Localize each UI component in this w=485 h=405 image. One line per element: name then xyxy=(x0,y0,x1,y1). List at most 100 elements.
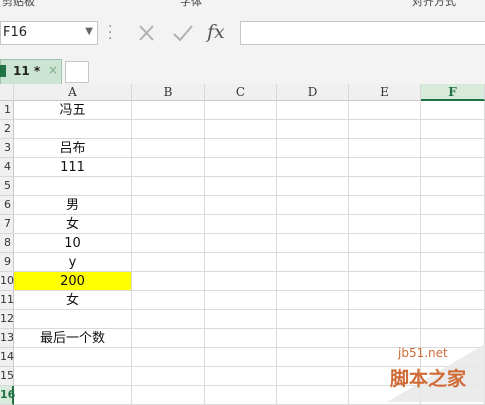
cell[interactable]: 10 xyxy=(14,234,132,253)
row-header[interactable]: 5 xyxy=(0,177,14,196)
row-header[interactable]: 10 xyxy=(0,272,14,291)
cell[interactable] xyxy=(277,329,349,348)
cell[interactable] xyxy=(277,215,349,234)
cell[interactable] xyxy=(349,253,421,272)
cell[interactable] xyxy=(205,139,277,158)
row-header[interactable]: 3 xyxy=(0,139,14,158)
row-header[interactable]: 1 xyxy=(0,101,14,120)
row-header[interactable]: 2 xyxy=(0,120,14,139)
row-header[interactable]: 15 xyxy=(0,367,14,386)
cell[interactable] xyxy=(205,215,277,234)
cell[interactable] xyxy=(349,101,421,120)
cell[interactable] xyxy=(132,139,205,158)
cell[interactable] xyxy=(277,120,349,139)
cell[interactable]: 女 xyxy=(14,291,132,310)
cell[interactable] xyxy=(349,158,421,177)
cell[interactable] xyxy=(205,329,277,348)
cell[interactable] xyxy=(205,158,277,177)
cell[interactable] xyxy=(132,177,205,196)
close-icon[interactable]: × xyxy=(48,63,58,77)
cell[interactable] xyxy=(132,101,205,120)
cell[interactable] xyxy=(205,272,277,291)
cell[interactable] xyxy=(14,177,132,196)
cell[interactable] xyxy=(421,120,485,139)
cell[interactable] xyxy=(132,329,205,348)
cell[interactable] xyxy=(205,310,277,329)
cell[interactable] xyxy=(132,310,205,329)
cell[interactable] xyxy=(277,177,349,196)
cell[interactable] xyxy=(132,215,205,234)
enter-icon[interactable] xyxy=(170,21,196,45)
cell[interactable] xyxy=(277,139,349,158)
cell[interactable] xyxy=(421,139,485,158)
cell[interactable] xyxy=(277,272,349,291)
cell[interactable] xyxy=(349,196,421,215)
row-header[interactable]: 11 xyxy=(0,291,14,310)
cell[interactable] xyxy=(421,367,485,386)
new-tab-button[interactable] xyxy=(65,61,89,83)
cell[interactable] xyxy=(349,215,421,234)
insert-function-button[interactable]: fx xyxy=(207,21,233,45)
cell[interactable] xyxy=(205,234,277,253)
cell[interactable] xyxy=(421,158,485,177)
sheet-tab-active[interactable]: 11 * × xyxy=(0,59,62,84)
cell[interactable] xyxy=(132,367,205,386)
cell[interactable] xyxy=(205,120,277,139)
row-header[interactable]: 4 xyxy=(0,158,14,177)
cell[interactable] xyxy=(277,386,349,405)
column-header-e[interactable]: E xyxy=(349,84,421,101)
cell[interactable] xyxy=(277,234,349,253)
cell[interactable] xyxy=(277,367,349,386)
formula-bar-grip-icon[interactable]: · · · xyxy=(108,20,112,46)
cell[interactable] xyxy=(349,367,421,386)
cell[interactable] xyxy=(421,215,485,234)
cell[interactable] xyxy=(132,253,205,272)
column-header-f[interactable]: F xyxy=(421,84,485,101)
cell[interactable] xyxy=(277,101,349,120)
cell[interactable] xyxy=(205,196,277,215)
row-header[interactable]: 16 xyxy=(0,386,15,405)
row-header[interactable]: 6 xyxy=(0,196,14,215)
cell[interactable]: 吕布 xyxy=(14,139,132,158)
cell[interactable] xyxy=(132,386,205,405)
cell[interactable] xyxy=(205,253,277,272)
cell[interactable] xyxy=(277,348,349,367)
cell[interactable] xyxy=(132,196,205,215)
cell[interactable] xyxy=(349,272,421,291)
cell[interactable]: 女 xyxy=(14,215,132,234)
cell[interactable]: 200 xyxy=(14,272,132,291)
row-header[interactable]: 9 xyxy=(0,253,14,272)
chevron-down-icon[interactable]: ▼ xyxy=(85,26,93,37)
cell[interactable] xyxy=(421,234,485,253)
cell[interactable] xyxy=(349,120,421,139)
cell[interactable] xyxy=(349,348,421,367)
cell[interactable] xyxy=(205,177,277,196)
cell[interactable] xyxy=(205,367,277,386)
cell[interactable] xyxy=(14,120,132,139)
column-header-a[interactable]: A xyxy=(14,84,132,101)
cell[interactable] xyxy=(421,177,485,196)
cell[interactable] xyxy=(132,158,205,177)
cell[interactable] xyxy=(349,386,421,405)
row-header[interactable]: 7 xyxy=(0,215,14,234)
cell[interactable] xyxy=(277,310,349,329)
cell[interactable] xyxy=(277,253,349,272)
cell[interactable] xyxy=(349,329,421,348)
cell[interactable]: 111 xyxy=(14,158,132,177)
cell[interactable] xyxy=(14,348,132,367)
cell[interactable] xyxy=(205,386,277,405)
cell[interactable] xyxy=(421,101,485,120)
cell[interactable] xyxy=(421,348,485,367)
column-header-c[interactable]: C xyxy=(205,84,277,101)
cell[interactable] xyxy=(349,139,421,158)
cell[interactable] xyxy=(132,234,205,253)
cell[interactable]: 冯五 xyxy=(14,101,132,120)
row-header[interactable]: 13 xyxy=(0,329,14,348)
cell[interactable] xyxy=(349,177,421,196)
cell[interactable] xyxy=(132,291,205,310)
cell[interactable] xyxy=(14,367,132,386)
cell[interactable] xyxy=(14,310,132,329)
row-header[interactable]: 12 xyxy=(0,310,14,329)
cell[interactable] xyxy=(277,196,349,215)
cell[interactable] xyxy=(205,101,277,120)
